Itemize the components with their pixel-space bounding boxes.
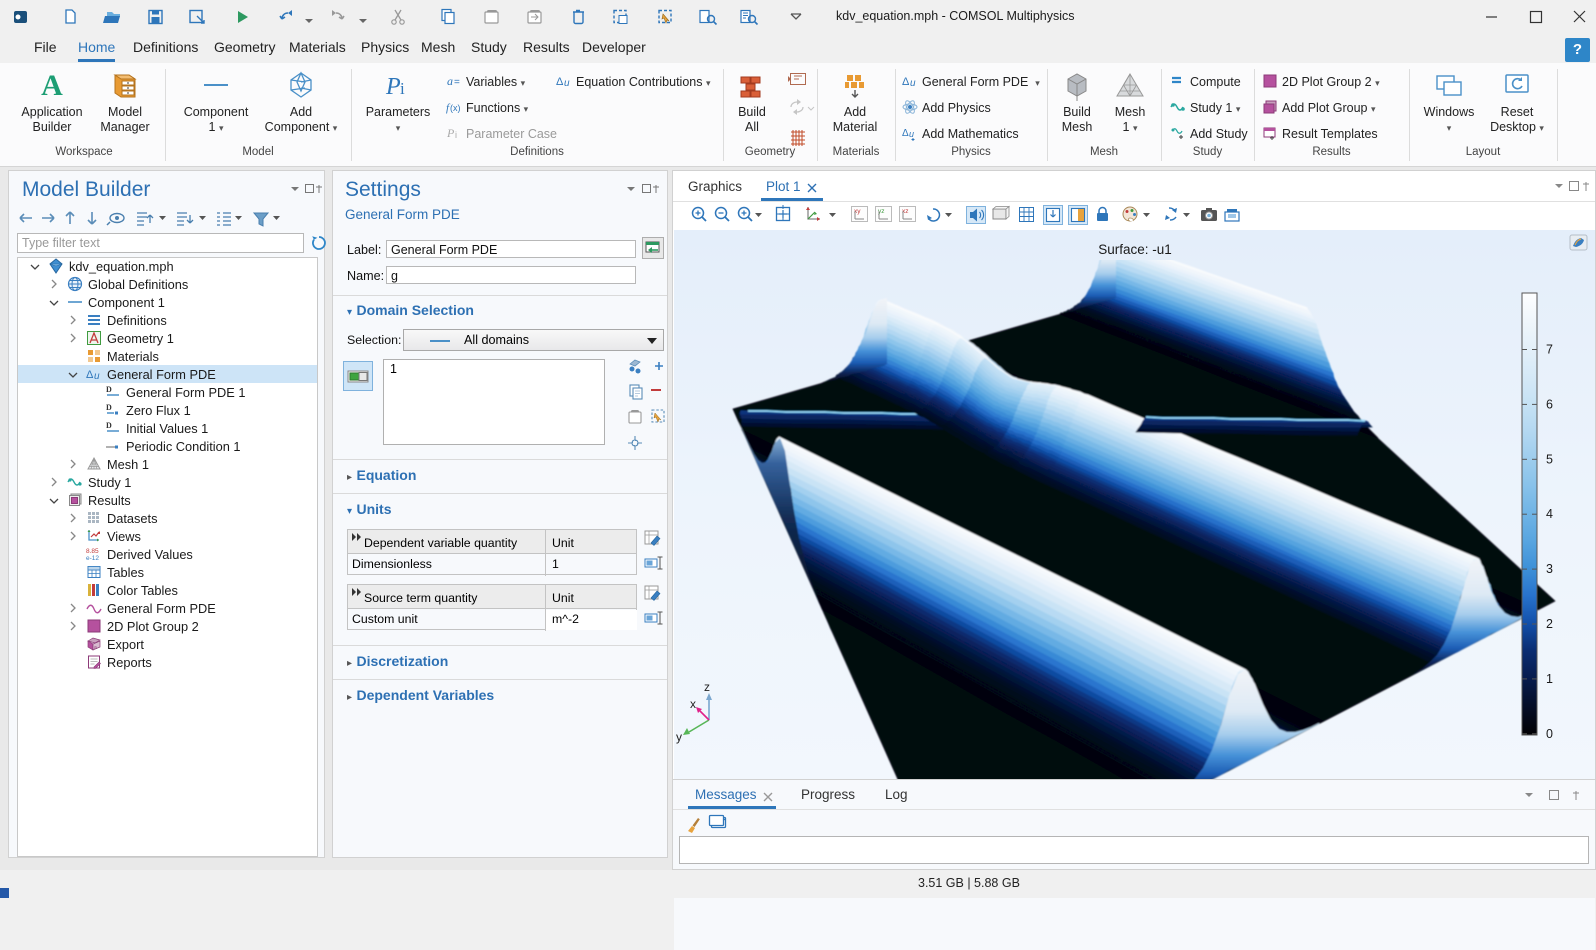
svg-text:u: u — [909, 129, 914, 139]
svg-text:Δ: Δ — [902, 128, 909, 139]
svg-text:7: 7 — [1546, 343, 1553, 357]
svg-text:z: z — [704, 680, 710, 694]
svg-text:D: D — [106, 403, 112, 412]
svg-text:3: 3 — [1546, 562, 1553, 576]
svg-text:i: i — [455, 130, 457, 140]
svg-text:P: P — [385, 74, 401, 100]
svg-text:x: x — [690, 697, 696, 711]
svg-text:Δ: Δ — [86, 369, 94, 381]
svg-text:4: 4 — [1546, 507, 1553, 521]
svg-text:i: i — [400, 79, 405, 98]
svg-text:a: a — [447, 74, 453, 88]
svg-text:e-12: e-12 — [86, 555, 99, 562]
svg-text:Δ: Δ — [902, 76, 910, 88]
svg-text:a: a — [94, 645, 97, 651]
svg-text:y: y — [676, 730, 682, 744]
svg-text:=: = — [454, 77, 460, 88]
svg-text:8.85: 8.85 — [86, 548, 99, 555]
svg-text:(x): (x) — [450, 103, 461, 113]
svg-text:u: u — [564, 78, 570, 89]
svg-text:u: u — [94, 371, 100, 382]
svg-text:0: 0 — [1546, 727, 1553, 741]
svg-text:2: 2 — [1546, 617, 1553, 631]
svg-text:1: 1 — [1546, 672, 1553, 686]
svg-text:D: D — [106, 385, 112, 394]
svg-text:6: 6 — [1546, 397, 1553, 411]
svg-text:u: u — [910, 78, 916, 89]
svg-text:Δ: Δ — [556, 76, 564, 88]
svg-text:5: 5 — [1546, 452, 1553, 466]
svg-text:A: A — [41, 69, 63, 101]
svg-text:Surface: -u1: Surface: -u1 — [1098, 242, 1172, 257]
svg-text:D: D — [106, 421, 112, 430]
svg-text:P: P — [446, 126, 455, 140]
